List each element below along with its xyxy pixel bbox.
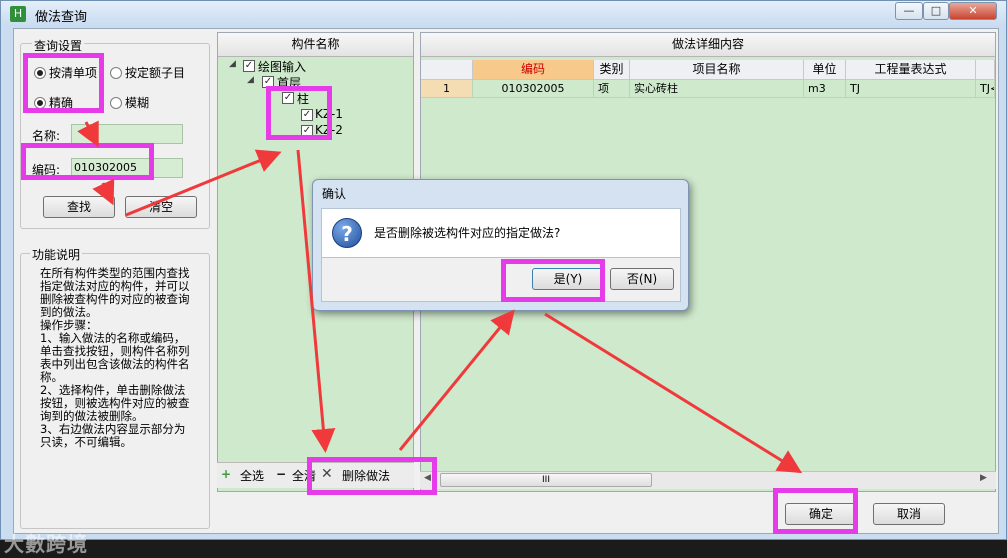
annotation-arrows: [77, 120, 803, 474]
watermark-text: 大數跨境: [4, 532, 88, 556]
arrow-yes-to-ok: [544, 312, 803, 474]
arrow-tree-to-delete: [296, 149, 336, 453]
arrow-search-to-tree: [125, 149, 282, 217]
arrow-options-to-code: [77, 120, 99, 148]
arrow-code-to-search: [92, 178, 115, 206]
arrow-delete-to-yes: [398, 309, 515, 451]
